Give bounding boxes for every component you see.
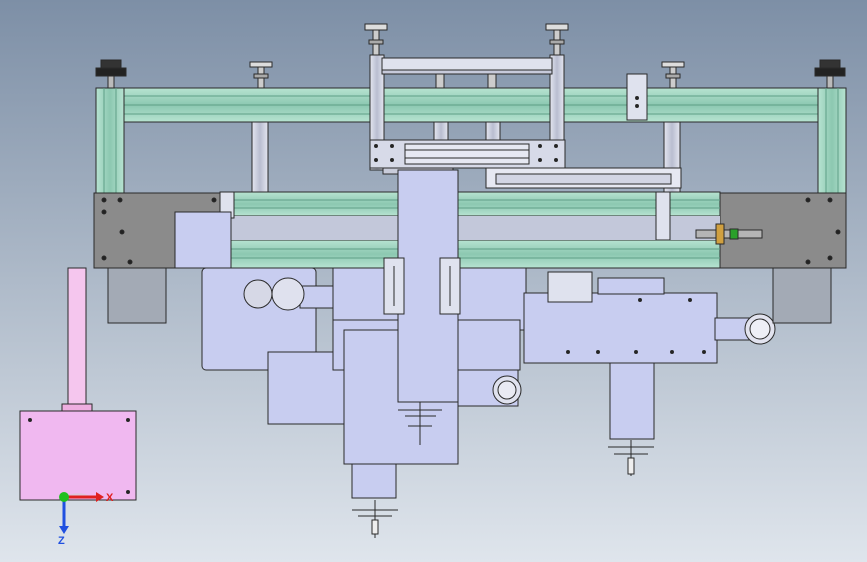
sensor-bracket bbox=[626, 73, 648, 121]
pulley-right bbox=[271, 277, 305, 311]
x-axis-label: X bbox=[106, 492, 114, 504]
cad-viewport[interactable]: X Z bbox=[0, 0, 867, 562]
gearbox bbox=[174, 211, 232, 269]
pulley-left bbox=[243, 279, 273, 309]
y-axis-dot bbox=[59, 492, 69, 502]
proximity-sensor bbox=[695, 229, 763, 239]
z-axis-label: Z bbox=[58, 535, 65, 547]
cable-conduit bbox=[67, 267, 87, 409]
assembly-drawing[interactable]: X Z bbox=[0, 0, 867, 562]
